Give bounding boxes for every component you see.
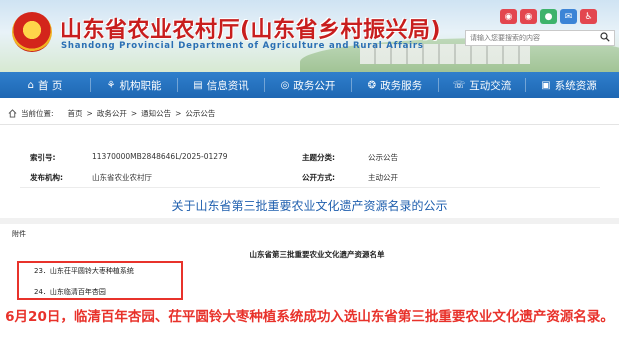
search-icon[interactable] bbox=[600, 32, 610, 42]
system-icon: ▣ bbox=[541, 79, 551, 91]
meta-publisher: 发布机构: bbox=[30, 172, 63, 183]
meta-mode-label: 公开方式: bbox=[302, 173, 335, 182]
nav-label: 首 页 bbox=[38, 79, 63, 92]
breadcrumb-divider bbox=[0, 124, 619, 125]
article-title: 关于山东省第三批重要农业文化遗产资源名录的公示 bbox=[171, 199, 448, 213]
breadcrumb: 当前位置: 首页 > 政务公开 > 通知公告 > 公示公告 bbox=[8, 108, 215, 119]
site-title[interactable]: 山东省农业农村厅(山东省乡村振兴局) bbox=[60, 12, 441, 44]
breadcrumb-sep: > bbox=[130, 109, 138, 118]
site-subtitle: Shandong Provincial Department of Agricu… bbox=[61, 41, 424, 51]
attachment-label: 附件 bbox=[12, 230, 26, 238]
nav-news[interactable]: ▤ 信息资讯 bbox=[178, 72, 264, 98]
meta-topic-label: 主题分类: bbox=[302, 153, 335, 162]
breadcrumb-home[interactable]: 首页 bbox=[68, 108, 83, 119]
mail-icon[interactable]: ✉ bbox=[560, 9, 577, 24]
nav-service[interactable]: ❂ 政务服务 bbox=[352, 72, 438, 98]
weibo-icon[interactable]: ◉ bbox=[500, 9, 517, 24]
meta-index: 索引号: bbox=[30, 152, 56, 163]
meta-topic-value: 公示公告 bbox=[368, 153, 398, 162]
national-emblem-icon bbox=[12, 12, 52, 52]
nav-org[interactable]: ⚘ 机构职能 bbox=[91, 72, 177, 98]
accessibility-icon[interactable]: ♿ bbox=[580, 9, 597, 24]
list-item: 23．山东茌平圆铃大枣种植系统 bbox=[34, 267, 134, 275]
home-icon: ⌂ bbox=[27, 79, 34, 91]
breadcrumb-announcements[interactable]: 公示公告 bbox=[185, 108, 215, 119]
news-icon: ▤ bbox=[193, 79, 203, 91]
meta-publisher-value: 山东省农业农村厅 bbox=[92, 173, 152, 182]
list-item: 24．山东临清百年杏园 bbox=[34, 288, 106, 296]
breadcrumb-sep: > bbox=[175, 109, 182, 118]
meta-publisher-label: 发布机构: bbox=[30, 173, 63, 182]
meta-index-label: 索引号: bbox=[30, 153, 56, 162]
main-nav: ⌂ 首 页 ⚘ 机构职能 ▤ 信息资讯 ◎ 政务公开 ❂ 政务服务 ☏ 互动交流 bbox=[0, 72, 619, 98]
page: 山东省农业农村厅(山东省乡村振兴局) Shandong Provincial D… bbox=[0, 0, 619, 348]
section-band bbox=[0, 218, 619, 224]
nav-label: 系统资源 bbox=[554, 79, 597, 92]
nav-label: 机构职能 bbox=[119, 79, 162, 92]
search-box bbox=[465, 30, 615, 46]
meta-divider bbox=[20, 187, 600, 188]
nav-gov-open[interactable]: ◎ 政务公开 bbox=[265, 72, 351, 98]
breadcrumb-notices[interactable]: 通知公告 bbox=[141, 108, 171, 119]
social-links: ◉ ◉ ● ✉ ♿ bbox=[500, 9, 597, 24]
breadcrumb-prefix: 当前位置: bbox=[21, 109, 54, 118]
nav-label: 政务服务 bbox=[380, 79, 423, 92]
nav-label: 互动交流 bbox=[469, 79, 512, 92]
search-input[interactable] bbox=[470, 31, 600, 45]
nav-system[interactable]: ▣ 系统资源 bbox=[526, 72, 612, 98]
header-banner: 山东省农业农村厅(山东省乡村振兴局) Shandong Provincial D… bbox=[0, 0, 619, 72]
breadcrumb-sep: > bbox=[86, 109, 93, 118]
wechat-icon[interactable]: ● bbox=[540, 9, 557, 24]
home-icon bbox=[8, 109, 17, 118]
nav-interact[interactable]: ☏ 互动交流 bbox=[439, 72, 525, 98]
breadcrumb-gov-open[interactable]: 政务公开 bbox=[97, 108, 127, 119]
meta-mode-value: 主动公开 bbox=[368, 173, 398, 182]
news-caption: 6月20日，临清百年杏园、茌平圆铃大枣种植系统成功入选山东省第三批重要农业文化遗… bbox=[5, 309, 614, 325]
nav-label: 政务公开 bbox=[293, 79, 336, 92]
nav-label: 信息资讯 bbox=[206, 79, 249, 92]
service-icon: ❂ bbox=[367, 79, 377, 91]
meta-index-value: 11370000MB2848646L/2025-01279 bbox=[92, 152, 228, 161]
list-title: 山东省第三批重要农业文化遗产资源名单 bbox=[249, 250, 385, 259]
org-icon: ⚘ bbox=[106, 79, 116, 91]
weibo-icon[interactable]: ◉ bbox=[520, 9, 537, 24]
chat-icon: ☏ bbox=[452, 79, 466, 91]
gov-open-icon: ◎ bbox=[280, 79, 290, 91]
nav-home[interactable]: ⌂ 首 页 bbox=[0, 72, 90, 98]
